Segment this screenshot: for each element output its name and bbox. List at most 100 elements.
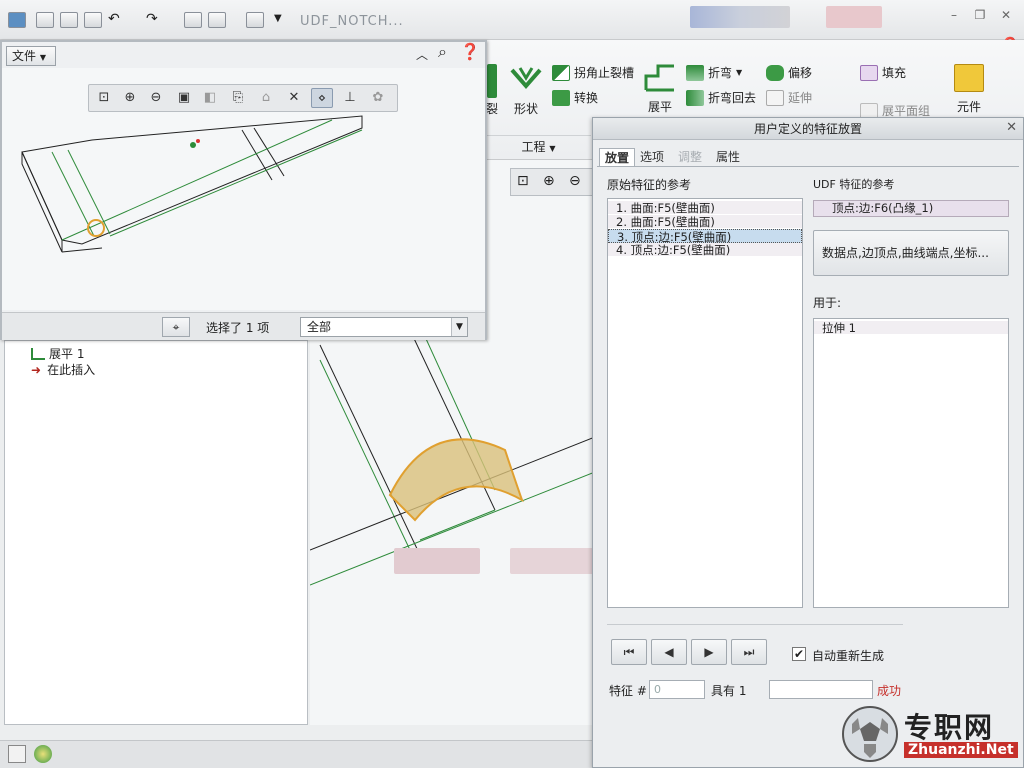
list-item[interactable]: 2. 曲面:F5(壁曲面)	[608, 215, 802, 229]
tree-item-label: 在此插入	[47, 363, 96, 377]
browser-toggle-icon[interactable]	[34, 745, 52, 763]
previous-button[interactable]: ◀	[651, 639, 687, 665]
component-button[interactable]: 元件	[954, 64, 984, 115]
camera-icon[interactable]: ⌂	[255, 88, 277, 108]
bend-icon	[686, 64, 704, 81]
divider	[607, 624, 903, 625]
offset-icon	[766, 64, 784, 81]
used-for-list[interactable]: 拉伸 1	[813, 318, 1009, 608]
annotation-display-icon[interactable]: ✿	[367, 88, 389, 108]
model-tree: 展平 1 ➜ 在此插入	[4, 340, 308, 725]
close-icon[interactable]: ✕	[1006, 120, 1017, 135]
extend-label: 延伸	[788, 91, 813, 105]
chevron-down-icon: ▼	[451, 318, 467, 336]
status-badge: 成功	[877, 684, 902, 698]
flatten-button[interactable]: 展平	[644, 64, 676, 115]
orig-refs-list[interactable]: 1. 曲面:F5(壁曲面) 2. 曲面:F5(壁曲面) 3. 顶点:边:F5(壁…	[607, 198, 803, 608]
flatten-icon	[644, 64, 674, 92]
tab-placement[interactable]: 放置	[599, 148, 636, 166]
new-file-icon[interactable]	[36, 12, 54, 28]
last-button[interactable]: ⏭	[731, 639, 767, 665]
regenerate-icon[interactable]	[184, 12, 202, 28]
list-item[interactable]: 1. 曲面:F5(壁曲面)	[608, 201, 802, 215]
repaint-icon[interactable]: ▣	[173, 88, 195, 108]
selection-binoculars-icon[interactable]: ⌖	[162, 317, 190, 337]
point-display-icon[interactable]: ⋄	[311, 88, 333, 108]
customize-dropdown-icon[interactable]: ▼	[274, 12, 292, 28]
component-icon	[954, 64, 984, 92]
next-button[interactable]: ▶	[691, 639, 727, 665]
display-style-icon[interactable]: ◧	[199, 88, 221, 108]
zoom-in-icon[interactable]: ⊕	[119, 88, 141, 108]
rip-button[interactable]: 裂	[486, 64, 498, 117]
bend-button[interactable]: 折弯 ▼	[686, 64, 742, 81]
window-switch-icon[interactable]	[208, 12, 226, 28]
open-file-icon[interactable]	[60, 12, 78, 28]
rip-icon	[487, 64, 497, 98]
list-item[interactable]: 拉伸 1	[814, 321, 1008, 335]
has-label: 具有 1	[711, 684, 747, 698]
blurred-region	[826, 6, 882, 28]
tree-item-label: 展平 1	[49, 347, 85, 361]
list-item-selected[interactable]: 3. 顶点:边:F5(壁曲面)	[608, 229, 802, 244]
flatten-label: 展平	[647, 100, 672, 114]
search-icon[interactable]: ⌕	[438, 42, 447, 62]
has-value-field[interactable]	[769, 680, 873, 699]
feature-number-label: 特征 #	[609, 684, 647, 698]
app-icon[interactable]	[8, 12, 26, 28]
udf-ref-field[interactable]: 顶点:边:F6(凸缘_1)	[813, 200, 1009, 217]
list-item[interactable]: 4. 顶点:边:F5(壁曲面)	[608, 243, 802, 257]
selection-filter-value: 全部	[307, 320, 332, 334]
blurred-region	[690, 6, 790, 28]
tree-item-flatten[interactable]: 展平 1	[31, 345, 84, 362]
minimize-icon[interactable]: –	[946, 8, 962, 22]
insert-arrow-icon: ➜	[31, 362, 42, 377]
bend-back-label: 折弯回去	[708, 91, 757, 105]
offset-button[interactable]: 偏移	[766, 64, 812, 81]
ribbon-group-engineering[interactable]: 工程 ▼	[486, 135, 591, 159]
tab-properties[interactable]: 属性	[711, 148, 745, 166]
close-icon[interactable]: ✕	[998, 8, 1014, 22]
fill-button[interactable]: 填充	[860, 64, 906, 81]
selection-filter-dropdown[interactable]: 全部 ▼	[300, 317, 468, 337]
shape-icon	[510, 67, 542, 90]
tab-divider	[597, 166, 1019, 167]
zoom-fit-icon[interactable]: ⊡	[93, 88, 115, 108]
tab-adjust: 调整	[678, 150, 703, 164]
shape-button[interactable]: 形状	[510, 64, 542, 117]
convert-button[interactable]: 转换	[552, 89, 598, 106]
udf-refs-label: UDF 特征的参考	[813, 178, 895, 191]
save-icon[interactable]	[84, 12, 102, 28]
rip-label: 裂	[486, 102, 499, 116]
extend-button[interactable]: 延伸	[766, 89, 812, 106]
bend-label: 折弯	[708, 66, 733, 80]
ref-filter-button[interactable]: 数据点,边顶点,曲线端点,坐标...	[813, 230, 1009, 276]
view-toolbar: ⊡ ⊕ ⊖ ▣ ◧ ⎘ ⌂ ✕ ⋄ ⊥ ✿	[88, 84, 398, 112]
bend-back-icon	[686, 89, 704, 106]
saved-views-icon[interactable]: ⎘	[227, 88, 249, 108]
csys-display-icon[interactable]: ⊥	[339, 88, 361, 108]
redo-icon[interactable]: ↷	[146, 12, 164, 28]
blurred-region	[394, 548, 480, 574]
used-for-label: 用于:	[813, 296, 842, 310]
zoom-out-icon[interactable]: ⊖	[145, 88, 167, 108]
bend-back-button[interactable]: 折弯回去	[686, 89, 756, 106]
help-icon[interactable]: ❓	[460, 42, 480, 61]
first-button[interactable]: ⏮	[611, 639, 647, 665]
watermark-brand: 专职网	[904, 711, 995, 744]
undo-icon[interactable]: ↶	[108, 12, 126, 28]
datum-display-icon[interactable]: ✕	[283, 88, 305, 108]
restore-icon[interactable]: ❐	[972, 8, 988, 22]
file-menu[interactable]: 文件 ▼	[6, 46, 56, 66]
auto-regenerate-checkbox[interactable]: ✔	[792, 647, 806, 661]
corner-relief-button[interactable]: 拐角止裂槽	[552, 64, 634, 81]
feature-number-input[interactable]: 0	[649, 680, 705, 699]
chevron-down-icon: ▼	[736, 68, 743, 77]
collapse-icon[interactable]: ︿	[416, 46, 428, 63]
close-window-icon[interactable]	[246, 12, 264, 28]
tab-options[interactable]: 选项	[635, 148, 669, 166]
tree-item-insert-here[interactable]: ➜ 在此插入	[31, 361, 95, 378]
chevron-down-icon: ▼	[549, 144, 556, 153]
model-tree-toggle-icon[interactable]	[8, 745, 26, 763]
selection-status: 选择了 1 项	[206, 321, 270, 335]
